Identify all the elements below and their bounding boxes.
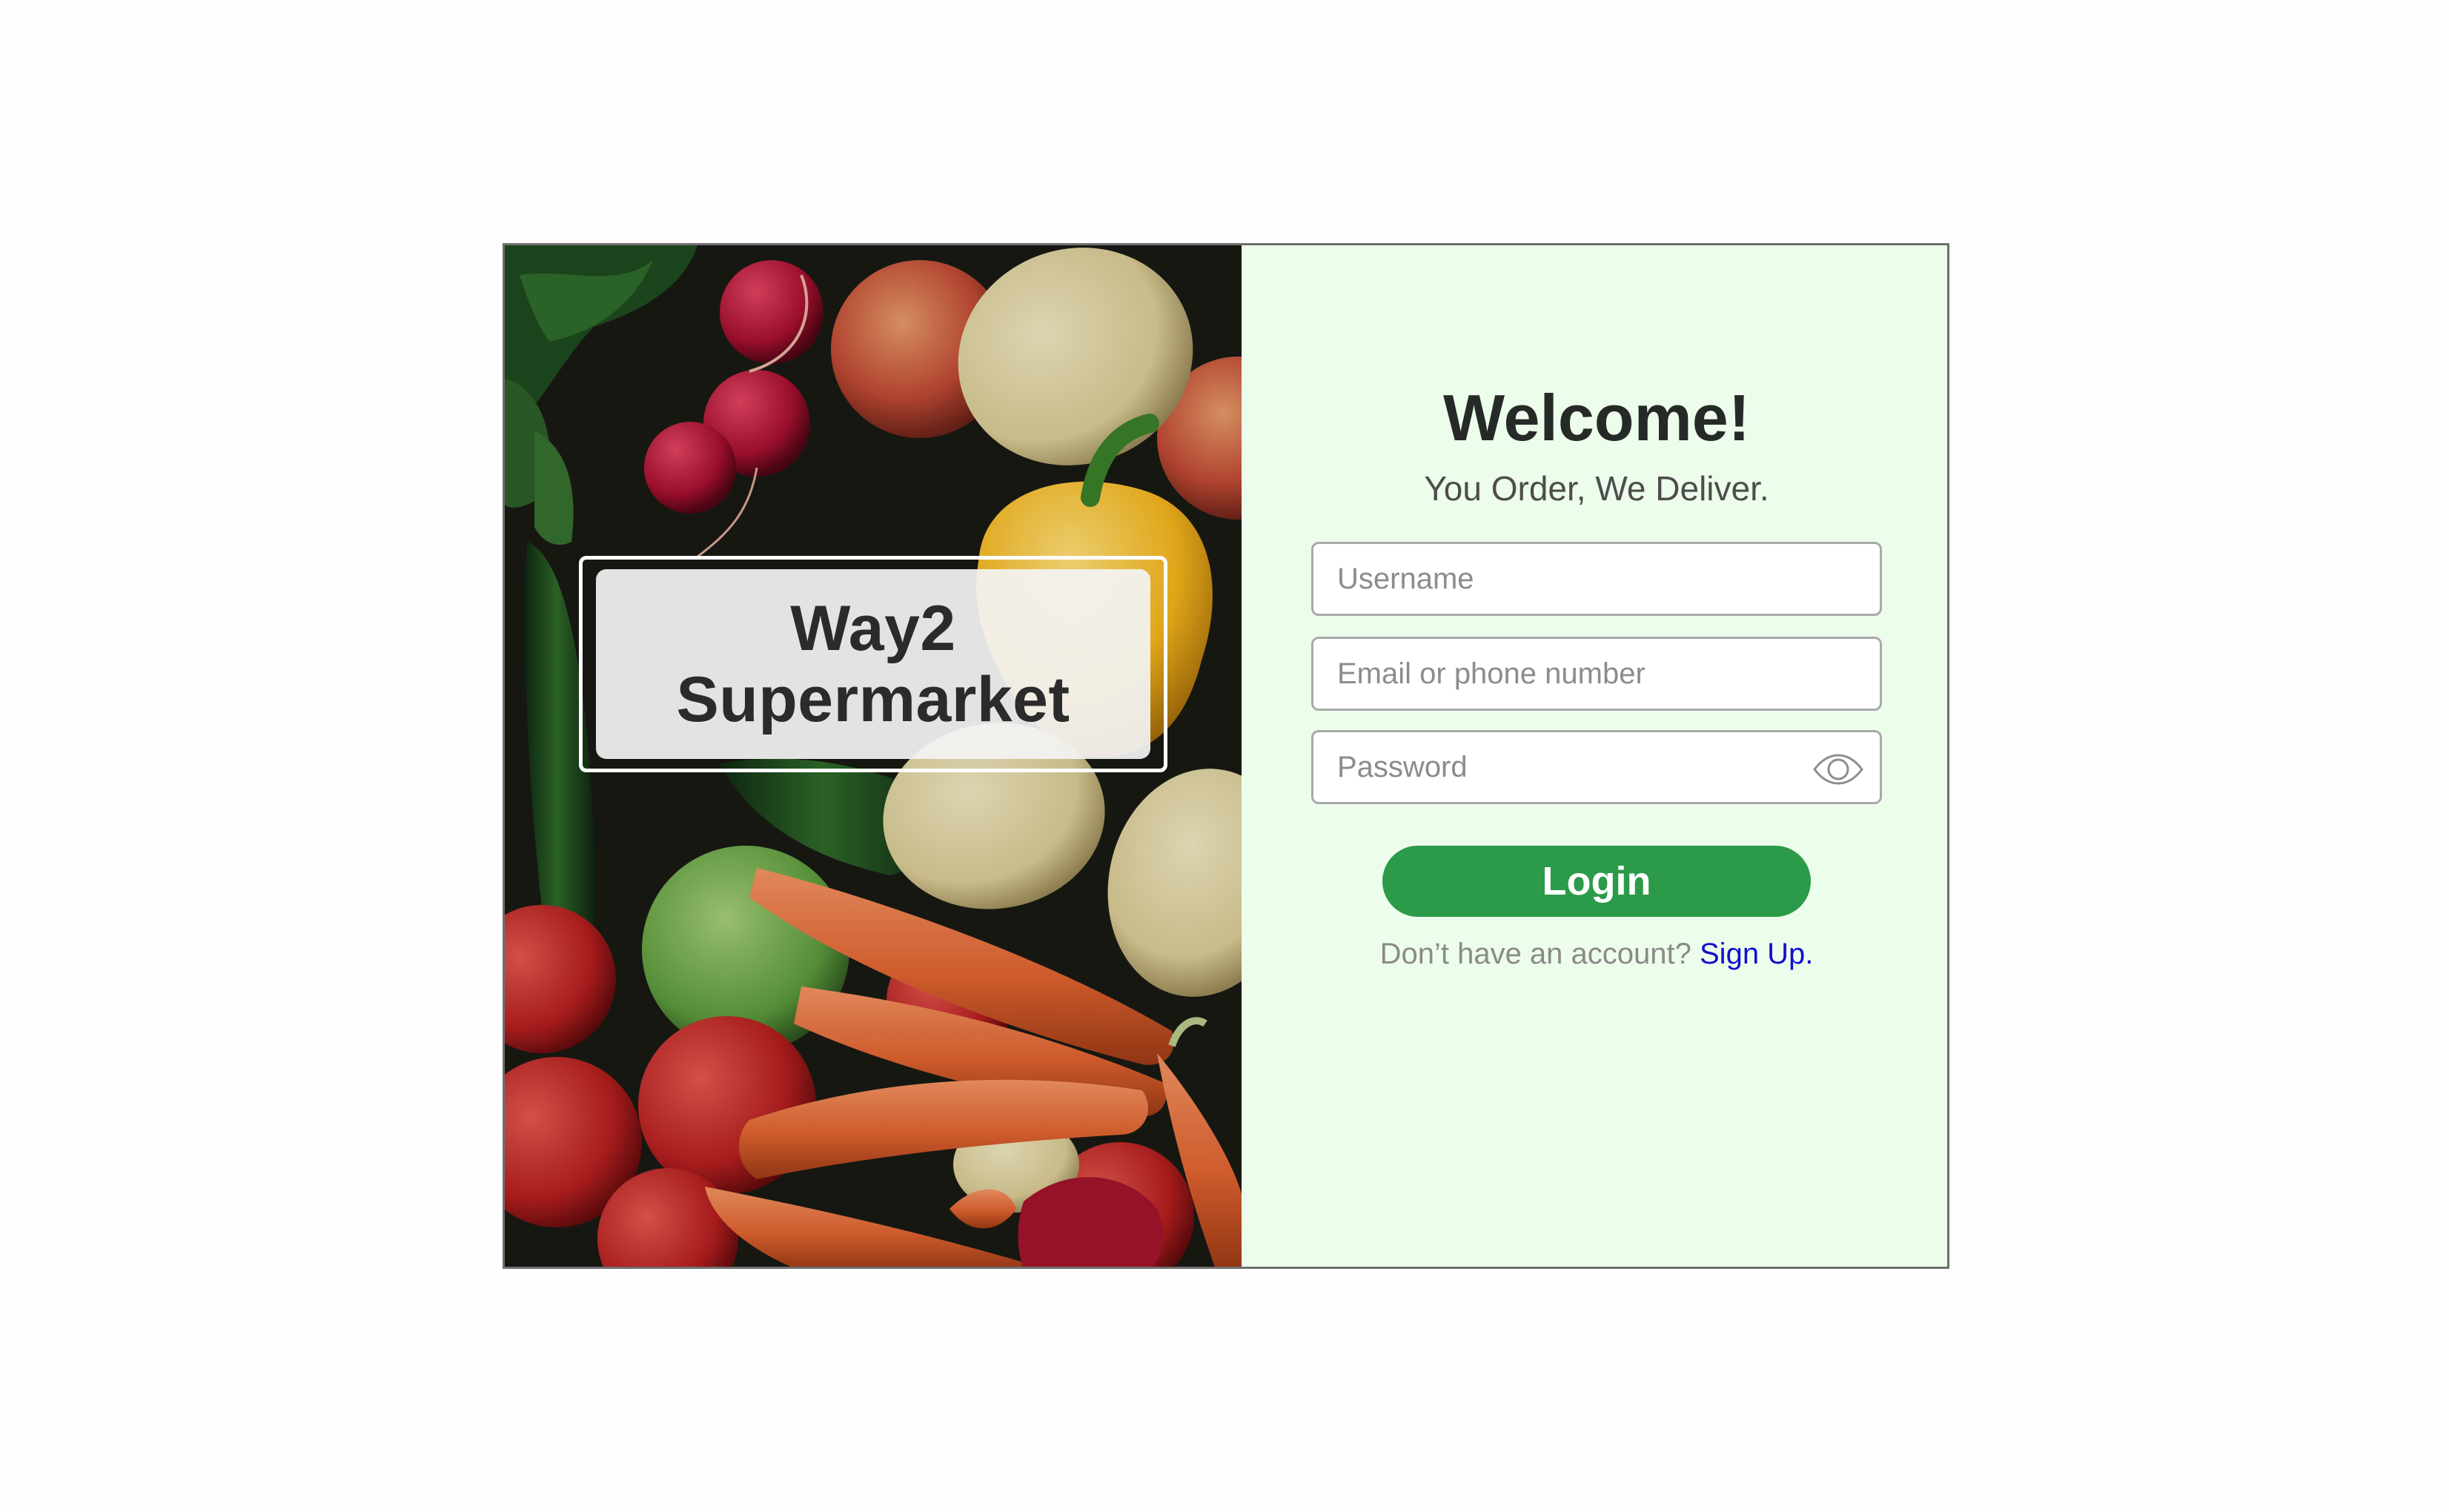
login-card: Way2 Supermarket Welcome! You Order, We … xyxy=(503,243,1949,1269)
page-title: Welcome! xyxy=(1442,381,1751,454)
password-input[interactable] xyxy=(1313,732,1880,802)
brand-name-line1: Way2 xyxy=(790,593,956,664)
eye-icon[interactable] xyxy=(1812,753,1865,786)
brand-logo-box: Way2 Supermarket xyxy=(596,569,1150,759)
brand-name-line2: Supermarket xyxy=(676,664,1070,735)
contact-field-box xyxy=(1311,637,1882,711)
username-input[interactable] xyxy=(1313,544,1880,614)
email-or-phone-input[interactable] xyxy=(1313,639,1880,709)
login-form: Welcome! You Order, We Deliver. Login Do… xyxy=(1311,245,1882,973)
username-field-box xyxy=(1311,542,1882,616)
signup-prompt-row: Don’t have an account? Sign Up. xyxy=(1380,935,1814,973)
signup-prompt-text: Don’t have an account? xyxy=(1379,938,1691,970)
sign-up-link[interactable]: Sign Up. xyxy=(1700,938,1813,970)
brand-frame: Way2 Supermarket xyxy=(579,556,1167,772)
login-form-panel: Welcome! You Order, We Deliver. Login Do… xyxy=(1242,245,1947,1267)
tagline: You Order, We Deliver. xyxy=(1424,469,1769,508)
password-field-box xyxy=(1311,730,1882,804)
login-button[interactable]: Login xyxy=(1382,846,1811,917)
vegetables-photo: Way2 Supermarket xyxy=(505,245,1242,1267)
